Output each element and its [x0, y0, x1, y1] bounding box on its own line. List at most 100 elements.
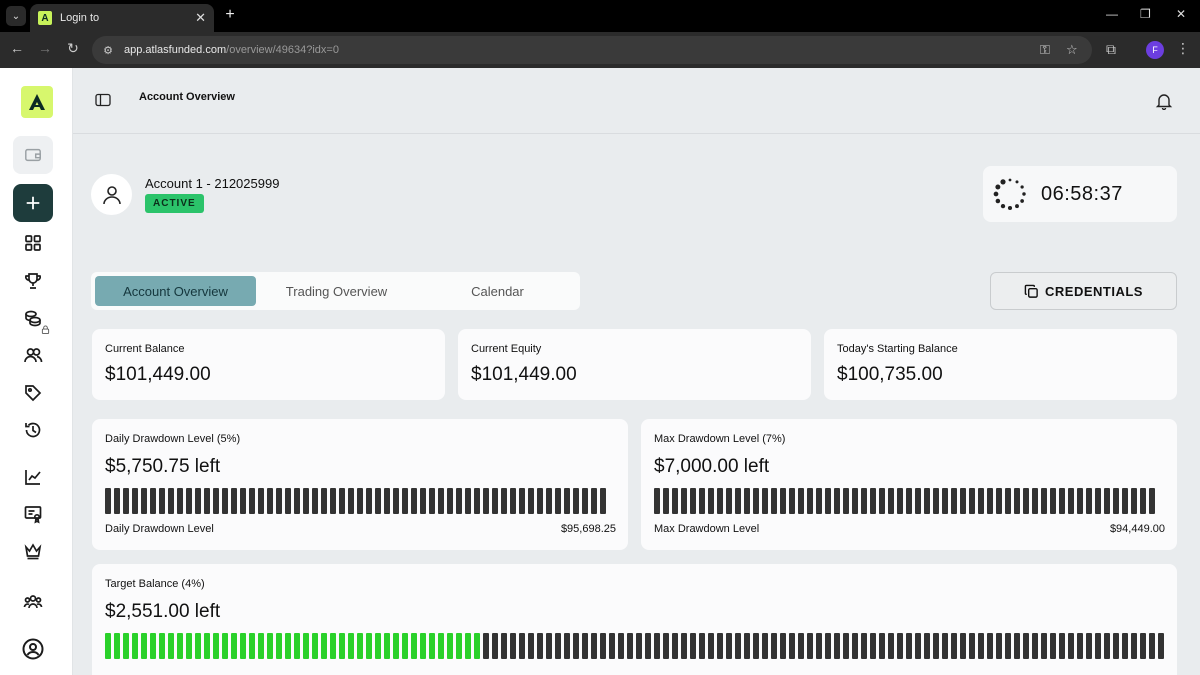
bar-segment [492, 633, 498, 659]
history-icon[interactable] [22, 419, 44, 441]
target-balance-card: Target Balance (4%) $2,551.00 left [92, 564, 1177, 675]
sidebar-wallet-button[interactable] [13, 136, 53, 174]
minimize-icon[interactable]: — [1106, 7, 1118, 21]
bar-segment [969, 488, 975, 514]
tab-trading-overview[interactable]: Trading Overview [256, 276, 417, 306]
drawdown-footer-value: $94,449.00 [1109, 523, 1165, 535]
stat-value: $101,449.00 [471, 364, 577, 385]
bar-segment [1131, 633, 1137, 659]
bar-segment [861, 633, 867, 659]
bar-segment [222, 633, 228, 659]
restore-icon[interactable]: ❐ [1140, 7, 1151, 21]
bar-segment [321, 488, 327, 514]
bar-segment [375, 488, 381, 514]
account-icon[interactable] [22, 638, 44, 660]
tab-search-chevron-icon[interactable]: ⌄ [6, 6, 26, 26]
tab-calendar[interactable]: Calendar [417, 276, 578, 306]
users-icon[interactable] [22, 344, 44, 366]
browser-menu-icon[interactable]: ⋮ [1176, 40, 1190, 57]
bar-segment [771, 488, 777, 514]
reload-icon[interactable]: ↻ [64, 40, 82, 57]
bar-segment [987, 633, 993, 659]
stat-value: $101,449.00 [105, 364, 211, 385]
profile-avatar[interactable]: F [1146, 41, 1164, 59]
bar-segment [1023, 633, 1029, 659]
max-drawdown-bar [654, 488, 1155, 514]
sidebar-add-account-button[interactable] [13, 184, 53, 222]
bar-segment [303, 488, 309, 514]
bar-segment [861, 488, 867, 514]
bar-segment [1140, 633, 1146, 659]
bar-segment [924, 488, 930, 514]
tab-account-overview[interactable]: Account Overview [95, 276, 256, 306]
new-tab-plus-icon[interactable]: + [222, 6, 238, 24]
bar-segment [1050, 633, 1056, 659]
bar-segment [663, 633, 669, 659]
bar-segment [114, 488, 120, 514]
account-avatar [91, 174, 132, 215]
bar-segment [357, 633, 363, 659]
bar-segment [258, 488, 264, 514]
page-header: Account Overview [73, 68, 1200, 134]
bar-segment [330, 633, 336, 659]
bar-segment [546, 633, 552, 659]
tab-close-icon[interactable]: ✕ [195, 10, 206, 26]
bar-segment [537, 633, 543, 659]
bar-segment [699, 633, 705, 659]
bar-segment [213, 488, 219, 514]
atlas-logo[interactable] [21, 86, 53, 118]
current-balance-card: Current Balance $101,449.00 [92, 329, 445, 400]
tag-icon[interactable] [22, 382, 44, 404]
bar-segment [1014, 488, 1020, 514]
bar-segment [564, 633, 570, 659]
bar-segment [105, 488, 111, 514]
dashboard-grid-icon[interactable] [22, 232, 44, 254]
password-key-icon[interactable]: ⚿ [1040, 42, 1050, 58]
bar-segment [591, 488, 597, 514]
certificate-icon[interactable] [22, 503, 44, 525]
bar-segment [1131, 488, 1137, 514]
bar-segment [555, 633, 561, 659]
bar-segment [528, 488, 534, 514]
community-icon[interactable] [22, 591, 44, 613]
page-title: Account Overview [139, 91, 235, 103]
bar-segment [420, 633, 426, 659]
stat-label: Today's Starting Balance [837, 343, 958, 355]
bar-segment [258, 633, 264, 659]
bar-segment [267, 488, 273, 514]
bar-segment [816, 488, 822, 514]
bar-segment [555, 488, 561, 514]
bar-segment [150, 633, 156, 659]
bar-segment [717, 633, 723, 659]
bar-segment [510, 633, 516, 659]
bar-segment [249, 633, 255, 659]
bar-segment [564, 488, 570, 514]
bar-segment [249, 488, 255, 514]
bookmark-star-icon[interactable]: ☆ [1066, 42, 1078, 58]
browser-toolbar: ← → ↻ ⚙ app.atlasfunded.com/overview/496… [0, 32, 1200, 68]
bar-segment [771, 633, 777, 659]
extensions-icon[interactable]: ⧉ [1106, 41, 1116, 58]
sidebar-toggle-icon[interactable] [95, 93, 113, 109]
browser-tab[interactable]: A Login to ✕ [30, 4, 214, 32]
bar-segment [366, 633, 372, 659]
bar-segment [915, 488, 921, 514]
bar-segment [897, 633, 903, 659]
bar-segment [573, 633, 579, 659]
forward-arrow-icon[interactable]: → [36, 40, 54, 56]
back-arrow-icon[interactable]: ← [8, 40, 26, 56]
bar-segment [1068, 488, 1074, 514]
bar-segment [465, 488, 471, 514]
credentials-button[interactable]: CREDENTIALS [990, 272, 1177, 310]
window-close-icon[interactable]: ✕ [1176, 7, 1186, 21]
bar-segment [303, 633, 309, 659]
bar-segment [978, 488, 984, 514]
trophy-icon[interactable] [22, 270, 44, 292]
crown-icon[interactable] [22, 540, 44, 562]
notification-bell-icon[interactable] [1155, 92, 1173, 110]
site-settings-icon[interactable]: ⚙ [98, 40, 118, 60]
user-icon [102, 185, 121, 204]
address-bar[interactable]: ⚙ app.atlasfunded.com/overview/49634?idx… [92, 36, 1092, 64]
chart-icon[interactable] [22, 466, 44, 488]
drawdown-footer-label: Max Drawdown Level [654, 523, 760, 535]
